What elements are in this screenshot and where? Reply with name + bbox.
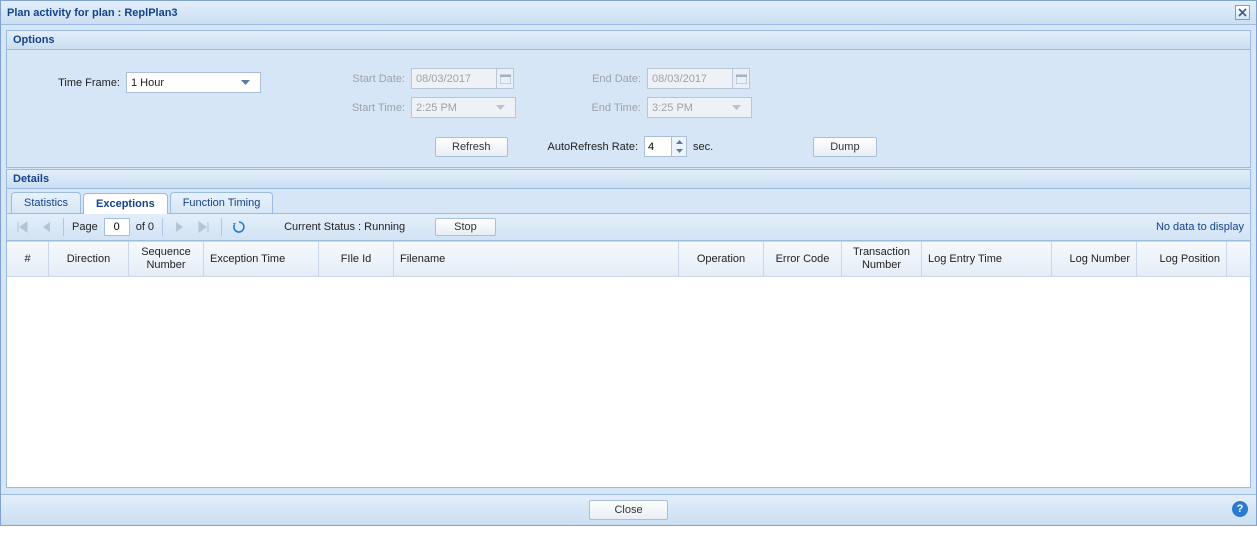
autorefresh-label: AutoRefresh Rate: [548,141,639,153]
page-label: Page [72,221,98,233]
exceptions-grid: # Direction Sequence Number Exception Ti… [7,241,1250,487]
col-log-number[interactable]: Log Number [1052,242,1137,276]
calendar-icon[interactable] [732,68,750,89]
calendar-icon[interactable] [496,68,514,89]
start-time-value: 2:25 PM [416,102,457,114]
window-header: Plan activity for plan : ReplPlan3 [1,1,1256,25]
col-log-entry-time[interactable]: Log Entry Time [922,242,1052,276]
col-log-position[interactable]: Log Position [1137,242,1227,276]
chevron-down-icon [496,105,511,111]
start-time-label: Start Time: [335,102,405,114]
pager-first-icon[interactable] [13,218,31,236]
pager-last-icon[interactable] [195,218,213,236]
help-icon[interactable]: ? [1232,501,1248,517]
end-date-label: End Date: [576,73,641,85]
current-status-value: Running [364,221,405,233]
col-exception-time[interactable]: Exception Time [204,242,319,276]
tab-exceptions[interactable]: Exceptions [83,193,168,214]
grid-toolbar: Page of 0 Current Status : Running Stop … [7,214,1250,241]
timeframe-value: 1 Hour [131,77,164,89]
grid-header-row: # Direction Sequence Number Exception Ti… [7,242,1250,277]
no-data-label: No data to display [1156,221,1244,233]
end-time-value: 3:25 PM [652,102,693,114]
pager-next-icon[interactable] [171,218,189,236]
page-number-input[interactable] [104,218,130,236]
end-time-select[interactable]: 3:25 PM [647,97,752,118]
current-status-label: Current Status : [284,221,361,233]
autorefresh-unit: sec. [693,141,713,153]
chevron-down-icon [241,80,256,86]
separator [221,218,222,236]
spinner-up-icon[interactable] [672,137,686,147]
start-date-label: Start Date: [335,73,405,85]
options-panel: Options Time Frame: 1 Hour [6,30,1251,168]
stop-button[interactable]: Stop [435,218,496,236]
tab-statistics[interactable]: Statistics [11,192,81,213]
col-sequence-number[interactable]: Sequence Number [129,242,204,276]
col-filename[interactable]: Filename [394,242,679,276]
window-plan-activity: Plan activity for plan : ReplPlan3 Optio… [0,0,1257,526]
end-date-input[interactable] [647,68,732,89]
chevron-down-icon [732,105,747,111]
refresh-button[interactable]: Refresh [435,137,508,157]
col-operation[interactable]: Operation [679,242,764,276]
col-transaction-number[interactable]: Transaction Number [842,242,922,276]
col-file-id[interactable]: FIle Id [319,242,394,276]
window-title: Plan activity for plan : ReplPlan3 [7,7,178,19]
col-error-code[interactable]: Error Code [764,242,842,276]
pager-prev-icon[interactable] [37,218,55,236]
col-direction[interactable]: Direction [49,242,129,276]
col-num[interactable]: # [7,242,49,276]
page-of-label: of 0 [136,221,154,233]
timeframe-label: Time Frame: [45,77,120,89]
tabbar: Statistics Exceptions Function Timing [7,189,1250,214]
autorefresh-input[interactable] [644,136,672,157]
start-date-input[interactable] [411,68,496,89]
refresh-icon[interactable] [230,218,248,236]
start-date-field[interactable] [411,68,514,89]
grid-body [7,277,1250,487]
end-time-label: End Time: [576,102,641,114]
spinner-down-icon[interactable] [672,147,686,157]
start-time-select[interactable]: 2:25 PM [411,97,516,118]
col-spacer [1227,242,1250,276]
window-footer: Close ? [1,494,1256,525]
timeframe-select[interactable]: 1 Hour [126,72,261,93]
separator [162,218,163,236]
details-panel-header: Details [7,170,1250,189]
tab-function-timing[interactable]: Function Timing [170,192,274,213]
details-panel: Details Statistics Exceptions Function T… [6,169,1251,488]
dump-button[interactable]: Dump [813,137,876,157]
separator [63,218,64,236]
autorefresh-stepper[interactable] [644,136,687,157]
options-panel-header: Options [7,31,1250,50]
end-date-field[interactable] [647,68,750,89]
close-button[interactable]: Close [589,500,667,520]
close-icon[interactable] [1235,5,1250,20]
